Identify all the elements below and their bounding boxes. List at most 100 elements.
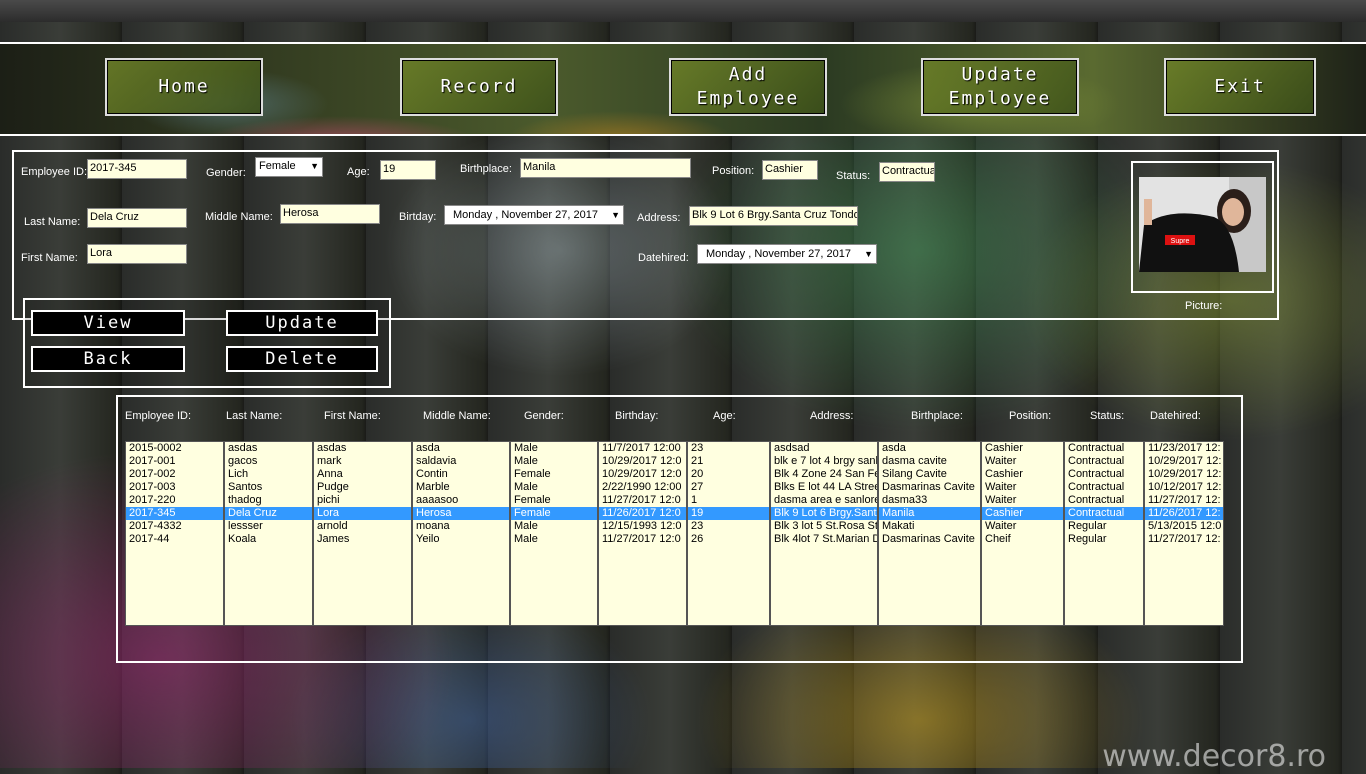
column-listbox[interactable]: asdas mark Anna Pudge pichi Lora arnold James (313, 441, 412, 626)
back-button[interactable]: Back (31, 346, 185, 372)
list-item[interactable]: lessser (225, 520, 312, 533)
list-item[interactable]: 11/27/2017 12:0 (599, 533, 686, 546)
list-item[interactable]: Yeilo (413, 533, 509, 546)
list-item[interactable]: 2/22/1990 12:00 (599, 481, 686, 494)
column-listbox[interactable]: 11/23/2017 12: 10/29/2017 12: 10/29/2017 1… (1144, 441, 1224, 626)
list-item[interactable]: 5/13/2015 12:0 (1145, 520, 1223, 533)
list-item[interactable]: Male (511, 455, 597, 468)
list-item[interactable]: 2017-003 (126, 481, 223, 494)
list-item[interactable]: 10/29/2017 12: (1145, 455, 1223, 468)
list-item[interactable]: 10/12/2017 12: (1145, 481, 1223, 494)
list-item[interactable]: Manila (879, 507, 980, 520)
record-button[interactable]: Record (400, 58, 558, 116)
list-item[interactable]: 11/7/2017 12:00 (599, 442, 686, 455)
list-item[interactable]: 2015-0002 (126, 442, 223, 455)
list-item[interactable]: saldavia (413, 455, 509, 468)
list-item[interactable]: asdas (225, 442, 312, 455)
column-listbox[interactable]: Contractual Contractual Contractual Contrac… (1064, 441, 1144, 626)
list-item[interactable]: Cashier (982, 442, 1063, 455)
list-item[interactable]: Blk 9 Lot 6 Brgy.Santa (771, 507, 877, 520)
list-item[interactable]: 23 (688, 520, 769, 533)
list-item[interactable]: Blk 3 lot 5 St.Rosa St (771, 520, 877, 533)
address-field[interactable]: Blk 9 Lot 6 Brgy.Santa Cruz Tondo (689, 206, 858, 226)
list-item[interactable]: 11/27/2017 12: (1145, 494, 1223, 507)
column-listbox[interactable]: asdsad blk e 7 lot 4 brgy sanlo Blk 4 Zone… (770, 441, 878, 626)
list-item[interactable]: Dasmarinas Cavite (879, 481, 980, 494)
list-item[interactable]: Male (511, 533, 597, 546)
employee-id-field[interactable]: 2017-345 (87, 159, 187, 179)
datehired-picker[interactable]: Monday , November 27, 2017 ▼ (697, 244, 877, 264)
list-item[interactable]: dasma cavite (879, 455, 980, 468)
list-item[interactable]: 2017-002 (126, 468, 223, 481)
list-item[interactable]: 2017-220 (126, 494, 223, 507)
exit-button[interactable]: Exit (1164, 58, 1316, 116)
column-listbox[interactable]: 2015-0002 2017-001 2017-002 2017-003 2017-22… (125, 441, 224, 626)
list-item[interactable]: 20 (688, 468, 769, 481)
list-item[interactable]: 1 (688, 494, 769, 507)
list-item[interactable]: Koala (225, 533, 312, 546)
list-item[interactable]: Makati (879, 520, 980, 533)
list-item[interactable]: Herosa (413, 507, 509, 520)
list-item[interactable]: Waiter (982, 481, 1063, 494)
add-employee-button[interactable]: Add Employee (669, 58, 827, 116)
column-listbox[interactable]: asdas gacos Lich Santos thadog Dela Cruz lesss… (224, 441, 313, 626)
list-item[interactable]: gacos (225, 455, 312, 468)
list-item[interactable]: Waiter (982, 520, 1063, 533)
list-item[interactable]: dasma33 (879, 494, 980, 507)
list-item[interactable]: Contractual (1065, 481, 1143, 494)
list-item[interactable]: 2017-001 (126, 455, 223, 468)
update-button[interactable]: Update (226, 310, 378, 336)
list-item[interactable]: 2017-345 (126, 507, 223, 520)
list-item[interactable]: Male (511, 442, 597, 455)
view-button[interactable]: View (31, 310, 185, 336)
column-listbox[interactable]: 23 21 20 27 1 19 23 26 (687, 441, 770, 626)
list-item[interactable]: James (314, 533, 411, 546)
list-item[interactable]: Dasmarinas Cavite (879, 533, 980, 546)
list-item[interactable]: Contin (413, 468, 509, 481)
list-item[interactable]: 11/26/2017 12:0 (599, 507, 686, 520)
list-item[interactable]: Female (511, 494, 597, 507)
list-item[interactable]: asdas (314, 442, 411, 455)
column-listbox[interactable]: Male Male Female Male Female Female Male Male (510, 441, 598, 626)
list-item[interactable]: 26 (688, 533, 769, 546)
list-item[interactable]: Cashier (982, 468, 1063, 481)
update-employee-button[interactable]: Update Employee (921, 58, 1079, 116)
list-item[interactable]: 10/29/2017 12:0 (599, 455, 686, 468)
list-item[interactable]: 21 (688, 455, 769, 468)
list-item[interactable]: Anna (314, 468, 411, 481)
list-item[interactable]: 11/27/2017 12: (1145, 533, 1223, 546)
list-item[interactable]: 11/23/2017 12: (1145, 442, 1223, 455)
list-item[interactable]: asdsad (771, 442, 877, 455)
list-item[interactable]: Regular (1065, 520, 1143, 533)
list-item[interactable]: Contractual (1065, 494, 1143, 507)
column-listbox[interactable]: asda saldavia Contin Marble aaaasoo Herosa moa… (412, 441, 510, 626)
list-item[interactable]: 12/15/1993 12:0 (599, 520, 686, 533)
list-item[interactable]: dasma area e sanlorer (771, 494, 877, 507)
list-item[interactable]: 2017-44 (126, 533, 223, 546)
list-item[interactable]: 10/29/2017 12:0 (599, 468, 686, 481)
list-item[interactable]: Male (511, 520, 597, 533)
middle-name-field[interactable]: Herosa (280, 204, 380, 224)
list-item[interactable]: Blks E lot 44 LA Stree (771, 481, 877, 494)
list-item[interactable]: 27 (688, 481, 769, 494)
list-item[interactable]: Male (511, 481, 597, 494)
home-button[interactable]: Home (105, 58, 263, 116)
birthplace-field[interactable]: Manila (520, 158, 691, 178)
employee-photo[interactable]: Supre (1139, 177, 1266, 272)
list-item[interactable]: Waiter (982, 455, 1063, 468)
list-item[interactable]: asda (879, 442, 980, 455)
list-item[interactable]: blk e 7 lot 4 brgy sanlo (771, 455, 877, 468)
gender-select[interactable]: Female ▼ (255, 157, 323, 177)
list-item[interactable]: Contractual (1065, 455, 1143, 468)
list-item[interactable]: mark (314, 455, 411, 468)
column-listbox[interactable]: Cashier Waiter Cashier Waiter Waiter Cashier W… (981, 441, 1064, 626)
list-item[interactable]: pichi (314, 494, 411, 507)
list-item[interactable]: 11/26/2017 12: (1145, 507, 1223, 520)
list-item[interactable]: Cheif (982, 533, 1063, 546)
list-item[interactable]: thadog (225, 494, 312, 507)
status-field[interactable]: Contractua (879, 162, 935, 182)
last-name-field[interactable]: Dela Cruz (87, 208, 187, 228)
list-item[interactable]: aaaasoo (413, 494, 509, 507)
list-item[interactable]: 10/29/2017 12: (1145, 468, 1223, 481)
list-item[interactable]: Dela Cruz (225, 507, 312, 520)
